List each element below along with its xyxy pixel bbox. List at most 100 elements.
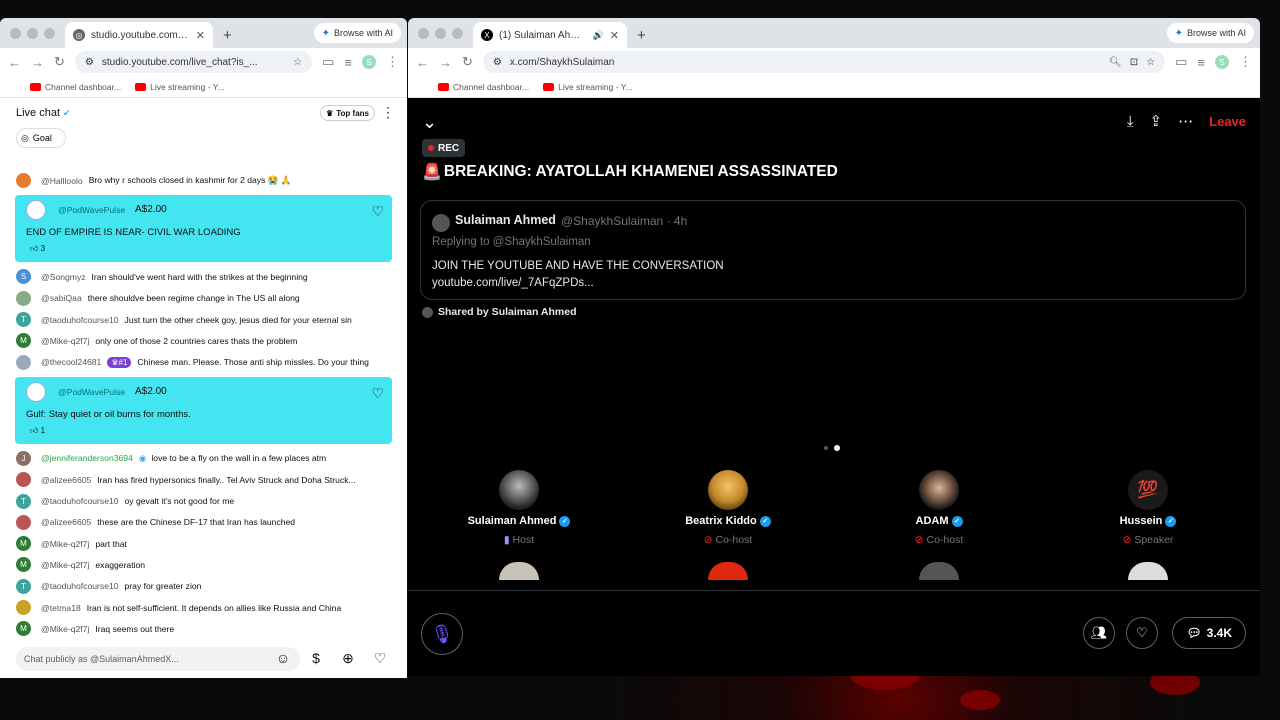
chat-message[interactable]: S @Songmyz Iran should've went hard with t… [0, 266, 407, 287]
goal-button[interactable]: ◎ Goal [16, 128, 66, 148]
chat-message[interactable]: J @jenniferanderson3694 ◉ love to be a fly … [0, 448, 407, 469]
window-controls[interactable] [0, 18, 65, 48]
message-author[interactable]: @Songmyz [41, 272, 86, 282]
message-author[interactable]: @sabiQaa [41, 293, 82, 303]
tweet-link[interactable]: youtube.com/live/_7AFqZPDs... [432, 277, 594, 289]
participant-card[interactable]: Sulaiman Ahmed ✓ ▮ Host [459, 470, 579, 546]
tab-live-chat[interactable]: ◎ studio.youtube.com/live_chat ✕ [65, 22, 213, 48]
chat-message[interactable]: T @taoduhofcourse10 Just turn the other ch… [0, 309, 407, 330]
tweet-author-name[interactable]: Sulaiman Ahmed [455, 213, 556, 227]
extensions-icon[interactable]: ≡ [344, 55, 352, 70]
avatar[interactable] [499, 562, 539, 580]
message-author[interactable]: @Mike-q2f7j [41, 560, 89, 570]
avatar[interactable] [26, 381, 46, 402]
address-bar[interactable]: ⚙ x.com/ShaykhSulaiman 🔍︎ ⊡ ☆ [482, 51, 1166, 73]
avatar[interactable]: T [16, 493, 31, 509]
avatar[interactable] [919, 562, 959, 580]
super-chat-icon[interactable]: $ [306, 648, 326, 668]
message-author[interactable]: @alizee6605 [41, 475, 91, 485]
message-author[interactable]: @taoduhofcourse10 [41, 581, 119, 591]
back-icon[interactable]: ← [8, 55, 21, 70]
chat-message-list[interactable]: @Hallloolo Bro why r schools closed in ka… [0, 170, 407, 654]
avatar[interactable]: S [16, 269, 31, 285]
participant-card[interactable]: ADAM ✓ ⊘ Co-host [879, 470, 999, 546]
bookmark-star-icon[interactable]: ☆ [1146, 57, 1155, 68]
heart-icon[interactable]: ♡ [371, 203, 384, 220]
message-author[interactable]: @taoduhofcourse10 [41, 496, 119, 506]
add-icon[interactable]: ⊕ [338, 648, 358, 668]
chat-message[interactable]: @alizee6605 these are the Chinese DF-17 t… [0, 512, 407, 533]
menu-icon[interactable]: ⋮ [1239, 54, 1252, 70]
close-tab-icon[interactable]: ✕ [196, 29, 205, 42]
extensions-icon[interactable]: ≡ [1197, 55, 1205, 70]
avatar[interactable]: J [16, 450, 31, 466]
like-count[interactable]: 👍︎ 3 [30, 244, 45, 254]
pinned-tweet[interactable]: Sulaiman Ahmed @ShaykhSulaiman · 4h Repl… [420, 200, 1246, 300]
avatar[interactable]: M [16, 333, 31, 349]
chat-message[interactable]: @tetma18 Iran is not self-sufficient. It … [0, 597, 407, 618]
new-tab-button[interactable]: + [627, 22, 656, 48]
bookmark-live-streaming[interactable]: Live streaming - Y... [135, 82, 224, 92]
forward-icon[interactable]: → [439, 55, 452, 70]
message-author[interactable]: @Mike-q2f7j [41, 624, 89, 634]
reaction-heart-icon[interactable]: ♡ [1126, 617, 1158, 649]
bookmark-channel-dashboard[interactable]: Channel dashboar... [438, 82, 529, 92]
chat-message[interactable]: @alizee6605 Iran has fired hypersonics fi… [0, 469, 407, 490]
chat-message[interactable]: M @Mike-q2f7j part that [0, 533, 407, 554]
back-icon[interactable]: ← [416, 55, 429, 70]
avatar[interactable] [16, 354, 31, 370]
message-author[interactable]: @alizee6605 [41, 517, 91, 527]
comments-button[interactable]: 💬︎ 3.4K [1172, 617, 1246, 649]
message-author[interactable]: @taoduhofcourse10 [41, 315, 119, 325]
collapse-chevron-icon[interactable]: ⌄ [422, 112, 437, 133]
new-tab-button[interactable]: + [213, 22, 242, 48]
avatar[interactable] [432, 214, 450, 232]
bookmark-live-streaming[interactable]: Live streaming - Y... [543, 82, 632, 92]
share-icon[interactable]: ⇪ [1150, 112, 1163, 130]
avatar[interactable] [16, 290, 31, 306]
avatar[interactable]: M [16, 557, 31, 573]
message-author[interactable]: @thecool24681 [41, 357, 101, 367]
avatar[interactable]: M [16, 621, 31, 637]
page-dot[interactable] [824, 446, 828, 450]
profile-avatar[interactable]: S [1215, 55, 1229, 69]
emoji-icon[interactable]: ☺ [273, 648, 293, 668]
forward-icon[interactable]: → [31, 55, 44, 70]
super-chat-author[interactable]: @PodWavePulse [58, 387, 125, 397]
page-dot-active[interactable] [834, 445, 840, 451]
avatar[interactable]: M [16, 536, 31, 552]
avatar[interactable] [26, 200, 46, 221]
browse-with-ai-button[interactable]: ✦ Browse with AI [1166, 23, 1254, 43]
sidepanel-icon[interactable]: ▭ [1175, 54, 1187, 70]
sidepanel-icon[interactable]: ▭ [322, 54, 334, 70]
avatar[interactable] [708, 562, 748, 580]
chat-message[interactable]: T @taoduhofcourse10 pray for greater zion [0, 576, 407, 597]
like-count[interactable]: 👍︎ 1 [30, 426, 45, 436]
audio-playing-icon[interactable]: 🔊 [593, 30, 604, 41]
profile-avatar[interactable]: S [362, 55, 376, 69]
minimize-dock-icon[interactable]: ⤓ [1127, 113, 1134, 130]
menu-icon[interactable]: ⋮ [386, 54, 399, 70]
bookmark-channel-dashboard[interactable]: Channel dashboar... [30, 82, 121, 92]
chat-message[interactable]: T @taoduhofcourse10 oy gevalt it's not goo… [0, 490, 407, 511]
microphone-icon[interactable]: 🎙︎ [421, 613, 463, 655]
address-bar[interactable]: ⚙ studio.youtube.com/live_chat?is_... ☆ [74, 51, 313, 73]
message-author[interactable]: @jenniferanderson3694 [41, 453, 133, 463]
super-chat-card[interactable]: @PodWavePulse A$2.00 ♡ END OF EMPIRE IS NEA… [15, 195, 392, 263]
site-info-icon[interactable]: ⚙ [493, 57, 502, 68]
browse-with-ai-button[interactable]: ✦ Browse with AI [313, 23, 401, 43]
avatar[interactable]: T [16, 312, 31, 328]
message-author[interactable]: @Hallloolo [41, 176, 83, 186]
zoom-icon[interactable]: 🔍︎ [1109, 57, 1122, 68]
avatar[interactable] [1128, 562, 1168, 580]
heart-icon[interactable]: ♡ [371, 385, 384, 402]
avatar[interactable] [16, 600, 31, 615]
chat-message[interactable]: @thecool24681 ♛#1 Chinese man. Please. Tho… [0, 351, 407, 372]
people-icon[interactable]: 👥︎ [1083, 617, 1115, 649]
site-info-icon[interactable]: ⚙ [85, 57, 94, 68]
participant-card[interactable]: 💯 Hussein ✓ ⊘ Speaker [1088, 470, 1208, 546]
avatar[interactable] [16, 472, 31, 488]
tab-x-profile[interactable]: X (1) Sulaiman Ahmed (@S 🔊 ✕ [473, 22, 627, 48]
reload-icon[interactable]: ↻ [54, 54, 65, 70]
super-chat-author[interactable]: @PodWavePulse [58, 205, 125, 215]
